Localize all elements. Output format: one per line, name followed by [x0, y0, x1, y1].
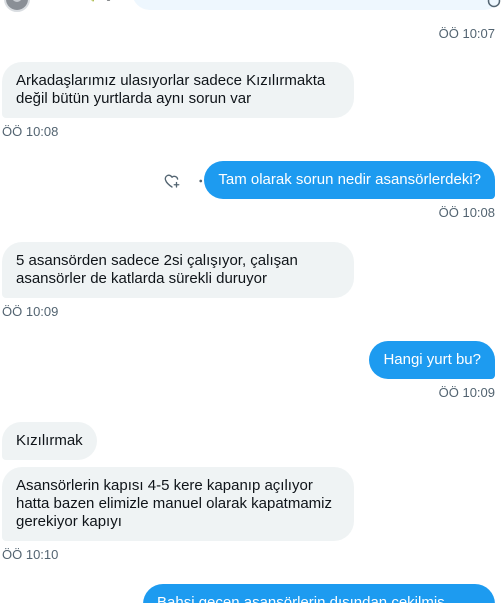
timestamp: ÖÖ 10:08 [438, 205, 495, 220]
message-bubble-outgoing[interactable]: Tam olarak sorun nedir asansörlerdeki? [204, 161, 495, 199]
timestamp: ÖÖ 10:08 [2, 124, 59, 139]
avatar[interactable] [4, 0, 30, 12]
message-text: 5 asansörden sadece 2si çalışıyor, çalış… [16, 252, 298, 287]
timestamp: ÖÖ 10:09 [2, 304, 59, 319]
message-bubble-incoming[interactable]: Arkadaşlarımız ulasıyorlar sadece Kızılı… [2, 62, 354, 118]
message-text: Tam olarak sorun nedir asansörlerdeki? [218, 171, 481, 188]
timestamp: ÖÖ 10:07 [438, 26, 495, 41]
previous-message-bubble [132, 0, 501, 10]
message-text: Hangi yurt bu? [383, 351, 481, 368]
message-text: Kızılırmak [16, 432, 83, 449]
message-text: Asansörlerin kapısı 4-5 kere kapanıp açı… [16, 477, 332, 530]
message-text: Arkadaşlarımız ulasıyorlar sadece Kızılı… [16, 72, 326, 107]
message-bubble-incoming[interactable]: Kızılırmak [2, 422, 97, 460]
message-bubble-incoming[interactable]: 5 asansörden sadece 2si çalışıyor, çalış… [2, 242, 354, 298]
info-icon[interactable] [487, 0, 501, 11]
timestamp: ÖÖ 10:09 [438, 385, 495, 400]
timestamp: ÖÖ 10:10 [2, 547, 59, 562]
conversation-header: ncul 🌻🛡 [0, 0, 501, 26]
header-name[interactable]: ncul [40, 0, 73, 5]
message-text: Bahsi geçen asansörlerin dışından çekilm… [157, 594, 445, 603]
message-bubble-incoming[interactable]: Asansörlerin kapısı 4-5 kere kapanıp açı… [2, 467, 354, 541]
heart-plus-icon[interactable] [161, 170, 183, 192]
message-bubble-outgoing[interactable]: Hangi yurt bu? [369, 341, 495, 379]
header-badges: 🌻🛡 [86, 0, 116, 2]
message-bubble-outgoing[interactable]: Bahsi geçen asansörlerin dışından çekilm… [143, 584, 495, 603]
